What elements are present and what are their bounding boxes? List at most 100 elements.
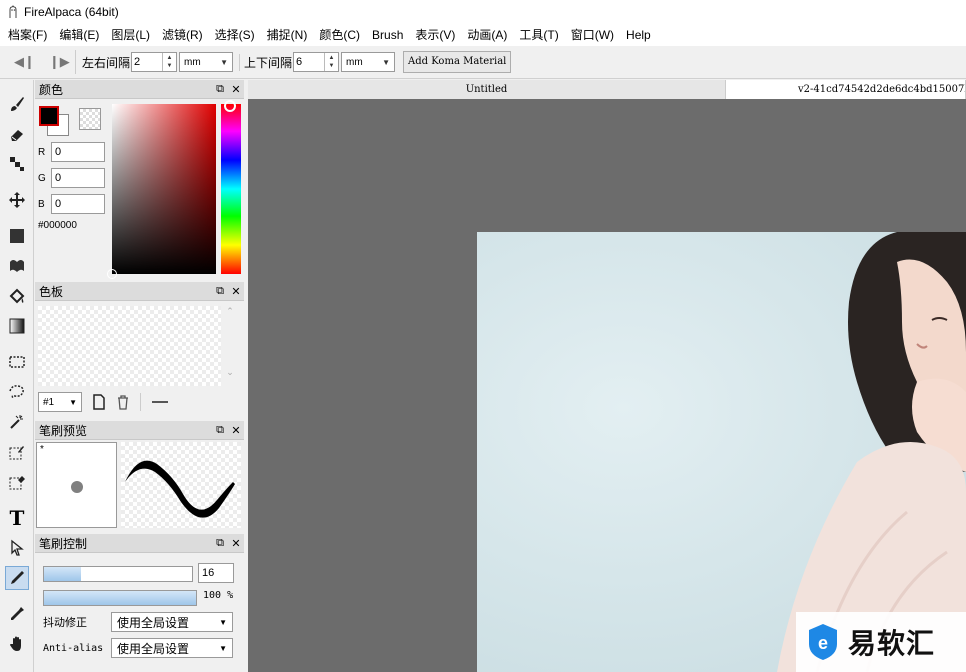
alpaca-app-icon	[9, 5, 17, 18]
menu-window[interactable]: 窗口(W)	[565, 24, 620, 46]
operation-icon	[11, 539, 24, 556]
sv-marker[interactable]	[107, 269, 117, 279]
brush-stroke-icon	[125, 460, 235, 518]
saturation-value-picker[interactable]	[107, 104, 216, 279]
menu-file[interactable]: 档案(F)	[2, 24, 53, 46]
scroll-down-icon[interactable]: ⌄	[223, 367, 237, 378]
b-input[interactable]	[51, 194, 105, 214]
brush-opacity-slider[interactable]	[43, 590, 197, 606]
hue-slider[interactable]	[221, 100, 241, 274]
magic-wand-icon	[10, 415, 23, 429]
menu-tools[interactable]: 工具(T)	[513, 24, 564, 46]
select-eraser-tool[interactable]	[5, 470, 29, 494]
float-window-icon[interactable]: ⧉	[212, 537, 228, 550]
close-icon[interactable]: ✕	[228, 424, 244, 437]
lasso-tool[interactable]	[5, 380, 29, 404]
float-window-icon[interactable]: ⧉	[212, 424, 228, 437]
tab-untitled[interactable]: Untitled	[248, 80, 726, 99]
h-unit-select[interactable]: mm ▼	[179, 52, 234, 72]
menu-layer[interactable]: 图层(L)	[105, 24, 156, 46]
brush-tool[interactable]	[5, 92, 29, 116]
brush-control-panel: 笔刷控制 ⧉ ✕ 100 % 抖动修正 使用全局设置 ▼ Anti-alias …	[35, 534, 244, 672]
antialias-label: Anti-alias	[43, 642, 104, 654]
menu-help[interactable]: Help	[620, 24, 657, 46]
close-icon[interactable]: ✕	[228, 285, 244, 298]
palette-scrollbar[interactable]: ⌃ ⌄	[223, 306, 237, 386]
spin-arrows-icon[interactable]: ▲ ▼	[162, 53, 176, 71]
tab-image-document[interactable]: v2-41cd74542d2de6dc4bd15007b	[726, 80, 966, 99]
bucket-tool[interactable]	[5, 284, 29, 308]
pen-tool[interactable]	[5, 566, 29, 590]
g-input[interactable]	[51, 168, 105, 188]
menu-select[interactable]: 选择(S)	[209, 24, 261, 46]
brush-size-input[interactable]	[198, 563, 234, 583]
trash-icon[interactable]	[116, 394, 130, 410]
select-pen-tool[interactable]	[5, 440, 29, 464]
stabilizer-select[interactable]: 使用全局设置 ▼	[111, 612, 233, 632]
select-rect-tool[interactable]	[5, 350, 29, 374]
antialias-select[interactable]: 使用全局设置 ▼	[111, 638, 233, 658]
prev-arrow-icon[interactable]: ◀❙	[14, 54, 35, 70]
eraser-tool[interactable]	[5, 122, 29, 146]
fill-lasso-icon	[10, 260, 24, 272]
r-label: R	[38, 146, 46, 158]
menu-edit[interactable]: 编辑(E)	[53, 24, 105, 46]
h-spacing-spinner[interactable]: ▲▼	[131, 52, 178, 72]
move-tool[interactable]	[5, 188, 29, 212]
gradient-tool[interactable]	[5, 314, 29, 338]
float-window-icon[interactable]: ⧉	[212, 285, 228, 298]
line-icon[interactable]	[151, 397, 169, 407]
artwork-image[interactable]	[477, 232, 966, 672]
scroll-up-icon[interactable]: ⌃	[223, 306, 237, 317]
menu-filter[interactable]: 滤镜(R)	[156, 24, 209, 46]
dot-pen-tool[interactable]	[5, 152, 29, 176]
primary-color-swatch[interactable]	[39, 106, 59, 126]
brush-size-fill	[44, 567, 81, 581]
brush-opacity-fill	[44, 591, 196, 605]
chevron-down-icon: ▼	[69, 397, 77, 407]
magic-wand-tool[interactable]	[5, 410, 29, 434]
v-unit-value: mm	[346, 56, 363, 68]
float-window-icon[interactable]: ⧉	[212, 83, 228, 96]
operation-tool[interactable]	[5, 536, 29, 560]
r-input[interactable]	[51, 142, 105, 162]
palette-select[interactable]: #1 ▼	[38, 392, 82, 412]
menu-color[interactable]: 颜色(C)	[313, 24, 366, 46]
tool-palette: T	[0, 80, 34, 672]
menu-bar: 档案(F) 编辑(E) 图层(L) 滤镜(R) 选择(S) 捕捉(N) 颜色(C…	[0, 24, 966, 46]
hand-icon	[10, 636, 21, 651]
v-unit-select[interactable]: mm ▼	[341, 52, 396, 72]
hand-tool[interactable]	[5, 632, 29, 656]
new-page-icon[interactable]	[92, 394, 106, 410]
canvas-area[interactable]	[248, 99, 966, 672]
v-spacing-spinner[interactable]: ▲▼	[293, 52, 340, 72]
hue-marker[interactable]	[224, 100, 236, 112]
menu-animation[interactable]: 动画(A)	[461, 24, 513, 46]
eraser-icon	[11, 130, 23, 141]
h-spacing-input[interactable]	[132, 53, 163, 71]
menu-view[interactable]: 表示(V)	[409, 24, 461, 46]
v-spacing-input[interactable]	[294, 53, 325, 71]
close-icon[interactable]: ✕	[228, 537, 244, 550]
eyedropper-tool[interactable]	[5, 602, 29, 626]
brush-size-slider[interactable]	[43, 566, 193, 582]
footer-divider	[140, 393, 141, 411]
palette-swatches[interactable]	[38, 306, 221, 386]
chevron-down-icon: ▼	[219, 643, 227, 653]
eyedropper-icon	[11, 607, 24, 620]
add-koma-material-button[interactable]: Add Koma Material	[403, 51, 512, 73]
text-tool[interactable]: T	[5, 506, 29, 530]
menu-snap[interactable]: 捕捉(N)	[261, 24, 314, 46]
spin-arrows-icon[interactable]: ▲ ▼	[324, 53, 338, 71]
fill-lasso-tool[interactable]	[5, 254, 29, 278]
transparent-color-swatch[interactable]	[79, 108, 101, 130]
next-arrow-icon[interactable]: ❙▶	[49, 54, 70, 70]
portrait-illustration	[777, 232, 966, 672]
lasso-icon	[9, 385, 24, 399]
palette-select-value: #1	[43, 396, 55, 408]
menu-brush[interactable]: Brush	[366, 24, 409, 46]
fill-rect-tool[interactable]	[5, 224, 29, 248]
r-row: R	[38, 142, 105, 162]
b-row: B	[38, 194, 105, 214]
close-icon[interactable]: ✕	[228, 83, 244, 96]
